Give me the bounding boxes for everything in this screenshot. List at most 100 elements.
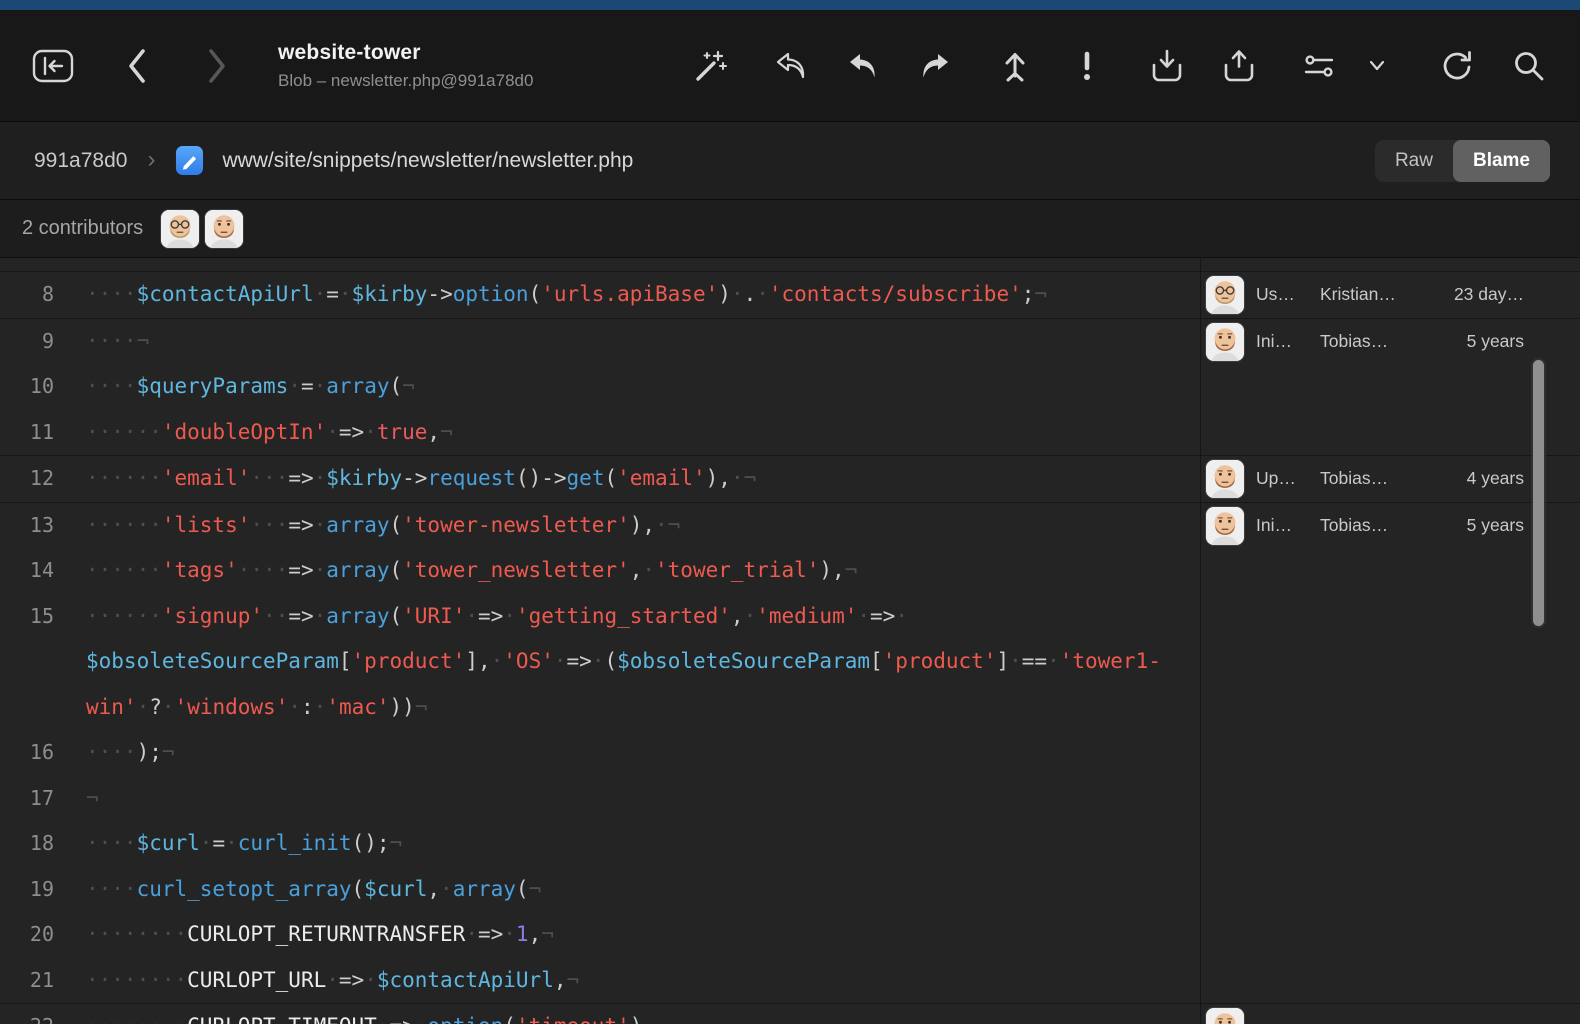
blame-avatar xyxy=(1206,460,1244,498)
refresh-button[interactable] xyxy=(1432,43,1482,89)
forward-button[interactable] xyxy=(192,43,242,89)
redo-arrow-icon xyxy=(920,52,950,80)
blame-avatar xyxy=(1206,276,1244,314)
blame-author: Kristian… xyxy=(1320,284,1438,305)
code-text: ····​$contactApiUrl·​=·​$kirby->option('… xyxy=(86,272,1194,318)
blame-time: 23 day… xyxy=(1450,284,1524,305)
blame-author: Tobias… xyxy=(1320,468,1438,489)
stash-apply-icon xyxy=(1221,48,1257,84)
stash-apply-button[interactable] xyxy=(1214,43,1264,89)
code-text: ¬​ xyxy=(86,776,1194,822)
line-number: 13 xyxy=(0,503,70,549)
blame-summary: Us… xyxy=(1256,284,1308,305)
wand-icon xyxy=(693,48,729,84)
blame-button[interactable]: Blame xyxy=(1453,140,1550,182)
raw-button[interactable]: Raw xyxy=(1375,140,1453,182)
cherry-pick-button[interactable] xyxy=(990,43,1040,89)
code-text: ········​CURLOPT_URL·​=>·​$contactApiUrl… xyxy=(86,958,1194,1004)
contributors-label: 2 contributors xyxy=(22,217,143,240)
blame-author: Tobias… xyxy=(1320,331,1438,352)
line-number: 14 xyxy=(0,548,70,594)
toolbar: website-tower Blob – newsletter.php@991a… xyxy=(0,10,1580,122)
line-number: 21 xyxy=(0,958,70,1004)
breadcrumb-commit[interactable]: 991a78d0 xyxy=(34,149,127,173)
contributor-avatars xyxy=(161,210,243,248)
blame-time: 5 years xyxy=(1450,515,1524,536)
forward-icon xyxy=(205,47,229,85)
code-area: 8 ····​$contactApiUrl·​=·​$kirby->option(… xyxy=(0,258,1580,1024)
push-icon xyxy=(1070,49,1104,83)
line-number: 8 xyxy=(0,272,70,318)
blame-entry[interactable]: Ini… Tobias… 5 years xyxy=(1201,502,1580,548)
code-text: ······​'tags'····​=>·​array('tower_newsl… xyxy=(86,548,1194,594)
stash-save-icon xyxy=(1149,48,1185,84)
blame-avatar xyxy=(1206,507,1244,545)
window-title-block: website-tower Blob – newsletter.php@991a… xyxy=(278,41,533,91)
blame-author: Tobias… xyxy=(1320,515,1438,536)
panel-toggle-button[interactable] xyxy=(28,43,78,89)
refresh-icon xyxy=(1440,49,1474,83)
line-number: 15 xyxy=(0,594,70,731)
line-number: 10 xyxy=(0,364,70,410)
workflow-dropdown[interactable] xyxy=(1352,43,1402,89)
blame-avatar xyxy=(1206,1008,1244,1024)
workflow-button[interactable] xyxy=(1294,43,1344,89)
breadcrumb-file-path[interactable]: www/site/snippets/newsletter/newsletter.… xyxy=(222,149,633,173)
code-text: ······​'lists'···​=>·​array('tower-newsl… xyxy=(86,503,1194,549)
chevron-down-icon xyxy=(1369,60,1385,72)
search-icon xyxy=(1512,49,1546,83)
code-text: ······​'signup'··​=>·​array('URI'·​=>·​'… xyxy=(86,594,1194,731)
cherry-pick-icon xyxy=(997,49,1033,83)
line-number: 16 xyxy=(0,730,70,776)
blame-summary: Up… xyxy=(1256,468,1308,489)
line-number: 19 xyxy=(0,867,70,913)
search-button[interactable] xyxy=(1504,43,1554,89)
push-button[interactable] xyxy=(1062,43,1112,89)
line-number: 18 xyxy=(0,821,70,867)
back-button[interactable] xyxy=(112,43,162,89)
breadcrumb-separator-icon: › xyxy=(147,146,155,174)
line-number: 22 xyxy=(0,1004,70,1024)
discard-button[interactable] xyxy=(766,43,816,89)
contributor-avatar[interactable] xyxy=(205,210,243,248)
panel-toggle-icon xyxy=(32,49,74,83)
blame-summary: Ini… xyxy=(1256,515,1308,536)
blame-gutter: Us… Kristian… 23 day… Ini… Tobias… 5 years Up…… xyxy=(1200,258,1580,1024)
code-text: ····​);¬​ xyxy=(86,730,1194,776)
undo-button[interactable] xyxy=(838,43,888,89)
window-subtitle: Blob – newsletter.php@991a78d0 xyxy=(278,71,533,91)
code-text: ······​'doubleOptIn'·​=>·​true,¬​ xyxy=(86,410,1194,456)
redo-button[interactable] xyxy=(910,43,960,89)
blame-entry[interactable] xyxy=(1201,1003,1580,1024)
blame-time: 4 years xyxy=(1450,468,1524,489)
code-text: ····​$queryParams·​=·​array(¬​ xyxy=(86,364,1194,410)
line-number: 12 xyxy=(0,456,70,502)
window-title: website-tower xyxy=(278,41,533,65)
back-icon xyxy=(125,47,149,85)
workflow-icon xyxy=(1301,50,1337,82)
line-number: 17 xyxy=(0,776,70,822)
code-text: ········​CURLOPT_RETURNTRANSFER·​=>·​1,¬… xyxy=(86,912,1194,958)
view-mode-switch: Raw Blame xyxy=(1375,140,1550,182)
code-text: ······​'email'···​=>·​$kirby->request()-… xyxy=(86,456,1194,502)
blame-summary: Ini… xyxy=(1256,331,1308,352)
quick-actions-button[interactable] xyxy=(686,43,736,89)
contributor-avatar[interactable] xyxy=(161,210,199,248)
blame-avatar xyxy=(1206,323,1244,361)
blame-entry[interactable]: Ini… Tobias… 5 years xyxy=(1201,318,1580,364)
line-number: 20 xyxy=(0,912,70,958)
stash-save-button[interactable] xyxy=(1142,43,1192,89)
blame-entry[interactable]: Up… Tobias… 4 years xyxy=(1201,455,1580,501)
code-text: ····¬​ xyxy=(86,319,1194,365)
path-bar: 991a78d0 › www/site/snippets/newsletter/… xyxy=(0,122,1580,200)
window-top-accent xyxy=(0,0,1580,10)
file-icon xyxy=(175,144,204,177)
blame-entry[interactable]: Us… Kristian… 23 day… xyxy=(1201,271,1580,317)
blame-time: 5 years xyxy=(1450,331,1524,352)
contributors-bar: 2 contributors xyxy=(0,200,1580,258)
undo-arrow-icon xyxy=(848,52,878,80)
vertical-scrollbar-thumb[interactable] xyxy=(1531,358,1546,628)
code-text: ····​$curl·​=·​curl_init();¬​ xyxy=(86,821,1194,867)
discard-arrow-icon xyxy=(774,50,808,82)
code-text: ····​curl_setopt_array($curl,·​array(¬​ xyxy=(86,867,1194,913)
